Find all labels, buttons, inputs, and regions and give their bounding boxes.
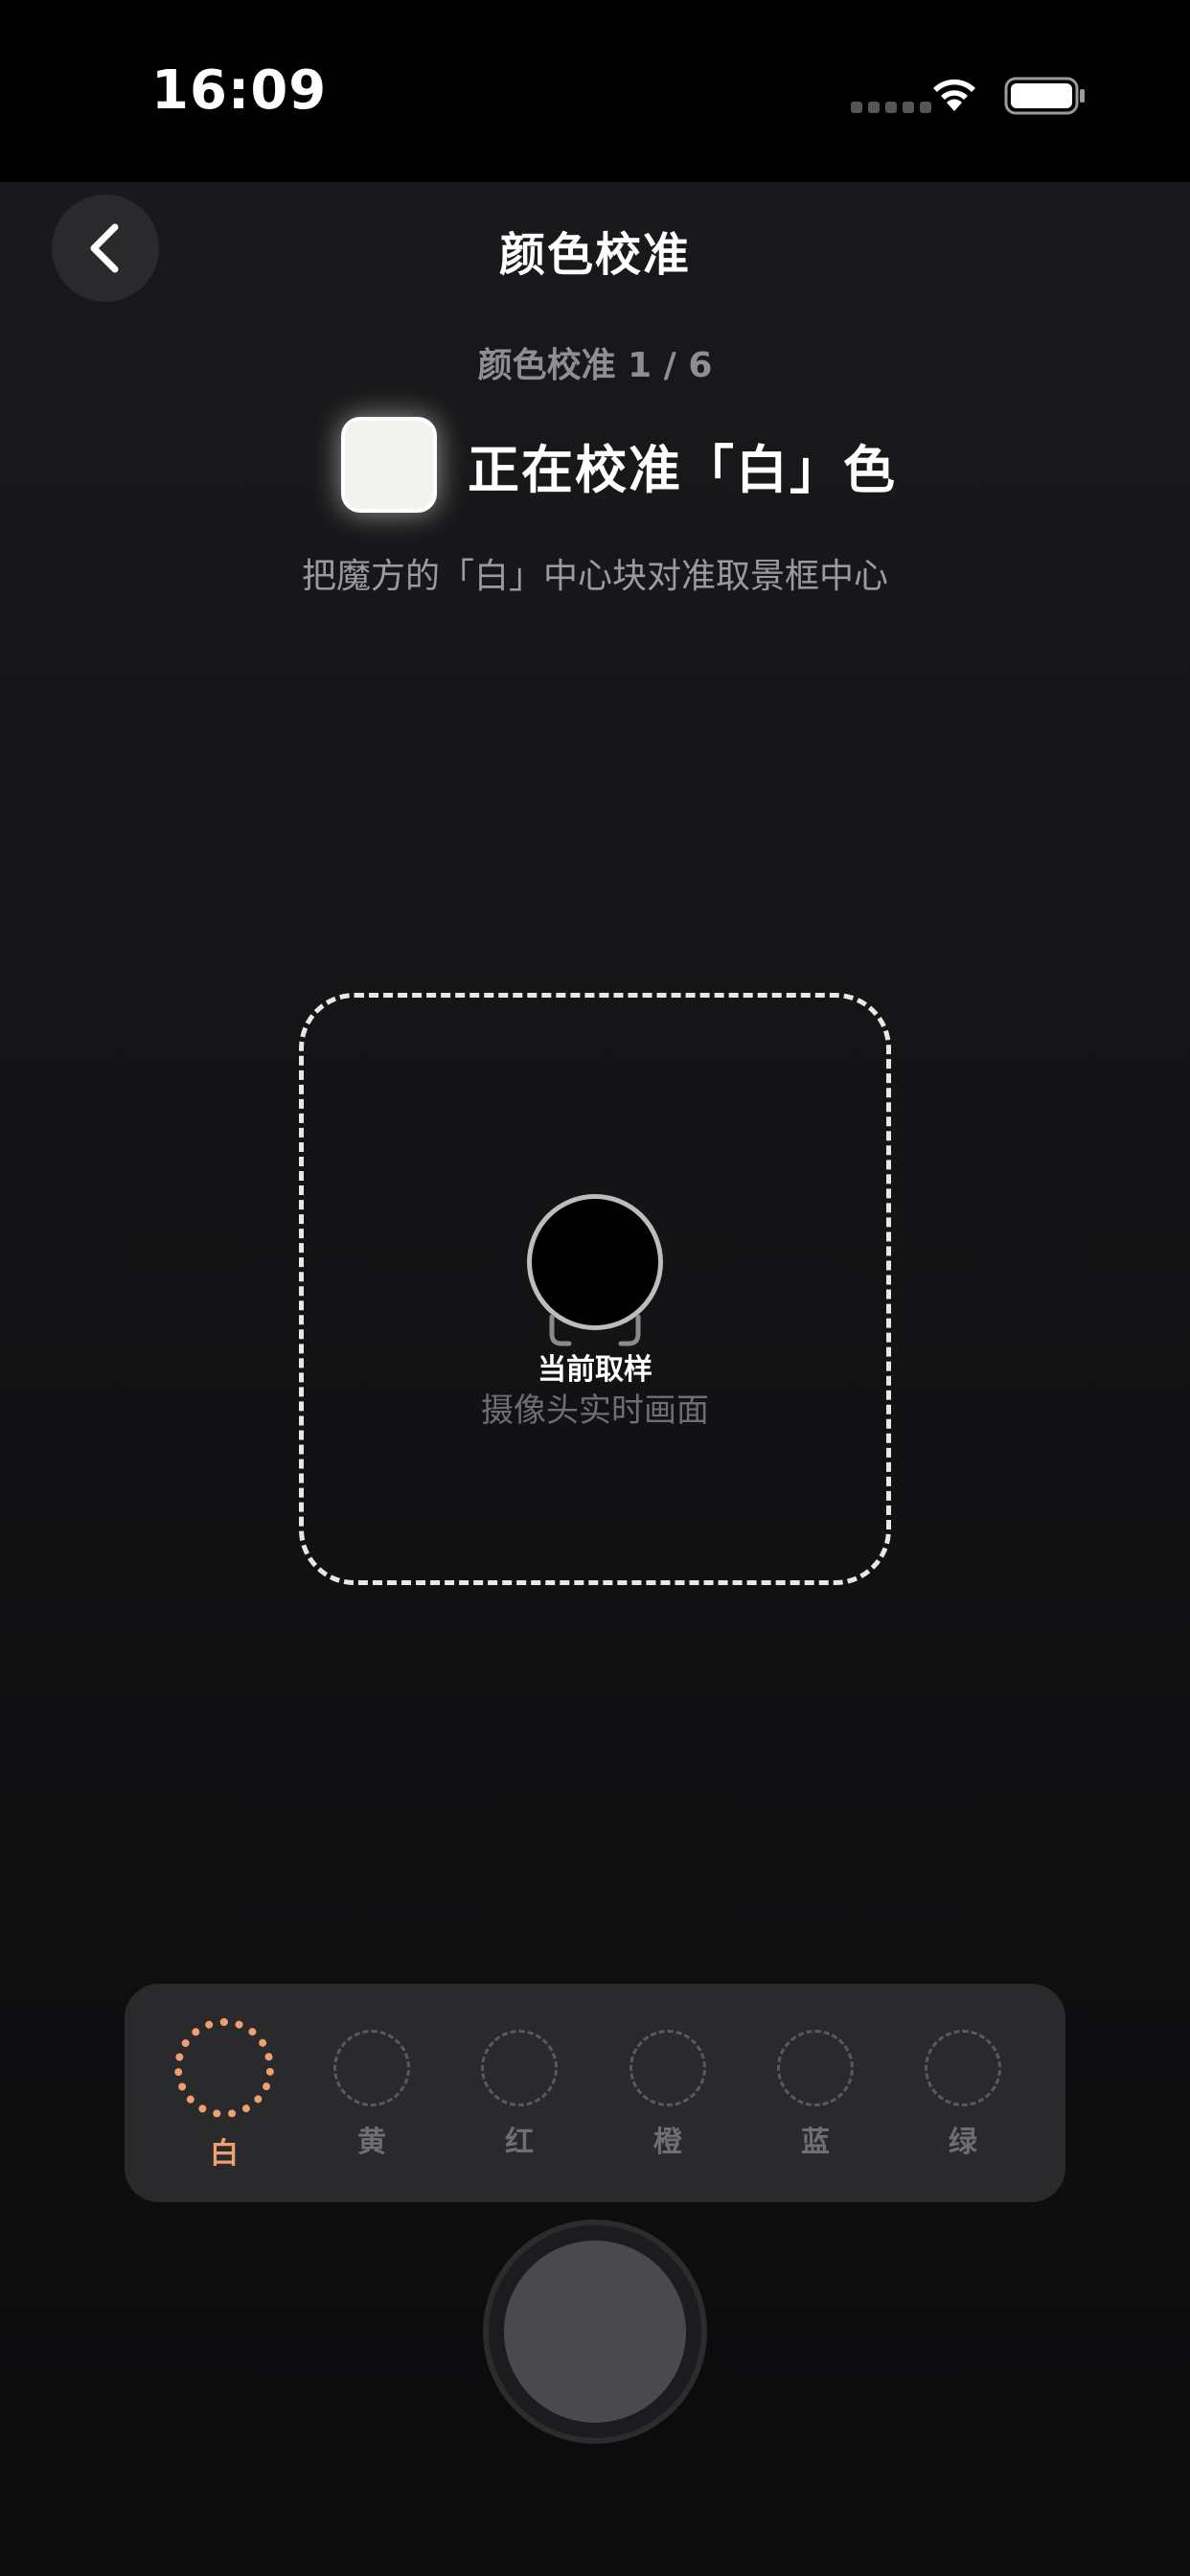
sample-sublabel: 摄像头实时画面: [481, 1392, 709, 1430]
capture-button[interactable]: [483, 2220, 707, 2444]
calibration-instruction: 把魔方的「白」中心块对准取景框中心: [301, 557, 888, 596]
color-option-ring: [925, 2030, 1001, 2106]
calibration-heading: 正在校准「白」色: [341, 414, 897, 516]
color-option-ring: [333, 2030, 410, 2106]
color-option-yellow[interactable]: 黄: [314, 1984, 429, 2202]
page-title: 颜色校准: [498, 228, 691, 282]
step-progress-label: 颜色校准 1 / 6: [477, 346, 713, 385]
wifi-icon: [933, 79, 975, 111]
sample-color-circle: [527, 1194, 663, 1330]
battery-icon: [1004, 77, 1085, 115]
sample-bracket-icon: [549, 1315, 641, 1346]
signal-dots-icon: [851, 102, 931, 113]
sample-label: 当前取样: [538, 1353, 652, 1387]
color-option-label: 黄: [357, 2126, 386, 2159]
status-time: 16:09: [151, 59, 328, 122]
color-option-ring: [481, 2030, 558, 2106]
color-option-ring: [629, 2030, 706, 2106]
color-option-label: 橙: [653, 2126, 682, 2159]
color-option-orange[interactable]: 橙: [610, 1984, 725, 2202]
status-bar: 16:09: [0, 0, 1190, 182]
color-option-label: 蓝: [801, 2126, 830, 2159]
color-selector-bar: 白 黄 红 橙 蓝 绿: [125, 1984, 1065, 2202]
current-color-swatch: [341, 417, 437, 513]
color-option-label: 红: [505, 2126, 534, 2159]
color-option-label: 白: [210, 2137, 239, 2171]
color-option-label: 绿: [949, 2126, 977, 2159]
color-option-blue[interactable]: 蓝: [758, 1984, 873, 2202]
color-option-ring: [777, 2030, 854, 2106]
color-option-ring: [174, 2018, 274, 2118]
capture-button-inner: [504, 2241, 686, 2423]
color-option-white[interactable]: 白: [167, 1984, 282, 2202]
calibration-heading-text: 正在校准「白」色: [468, 439, 897, 500]
color-option-green[interactable]: 绿: [905, 1984, 1020, 2202]
color-option-red[interactable]: 红: [462, 1984, 577, 2202]
color-calibration-screen: 16:09 颜色校准 颜色校准 1 / 6 正在校准「白」色 把魔方的「白」中心…: [0, 0, 1190, 2576]
